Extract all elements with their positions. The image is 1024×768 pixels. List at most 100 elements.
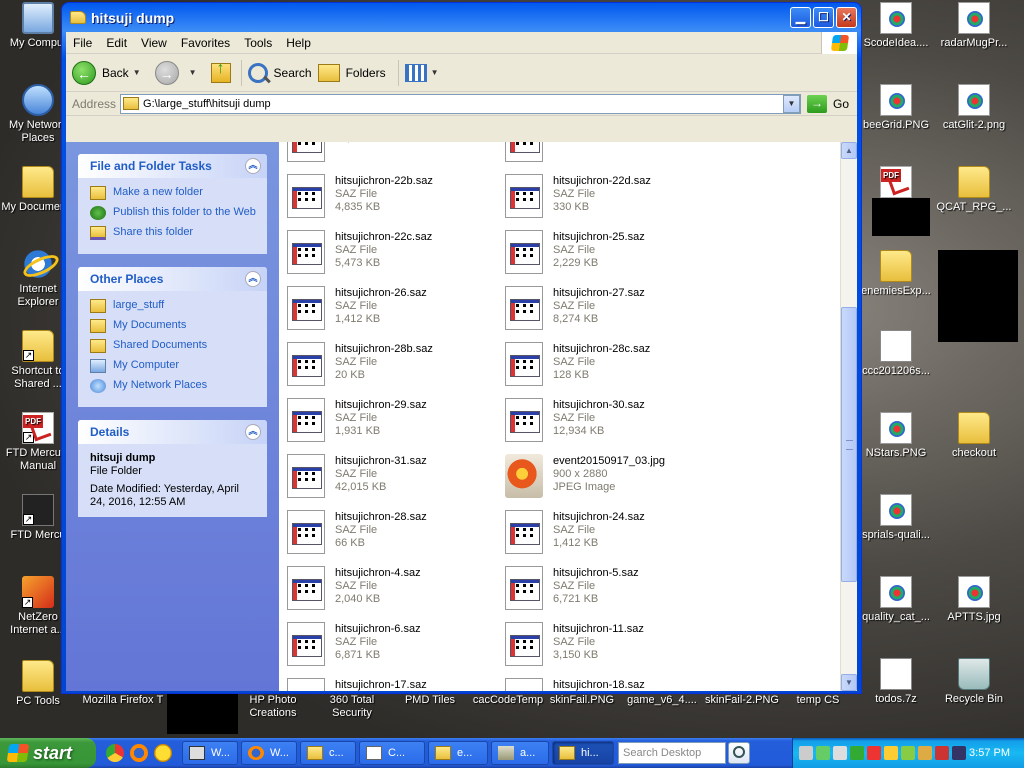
taskbar-task-2[interactable]: W... xyxy=(241,741,297,765)
taskbar-task-5[interactable]: e... xyxy=(428,741,488,765)
file-item[interactable]: hitsujichron-28.saz SAZ File 66 KB xyxy=(287,510,497,566)
desktop-icon-catglit[interactable]: catGlit-2.png xyxy=(936,84,1012,132)
place-my-computer[interactable]: My Computer xyxy=(90,359,257,373)
desktop-icon-game-v6[interactable]: game_v6_4.... xyxy=(624,694,700,707)
address-dropdown-button[interactable]: ▼ xyxy=(782,94,800,113)
menu-file[interactable]: File xyxy=(66,36,99,50)
file-item[interactable]: hitsujichron-26.saz SAZ File 1,412 KB xyxy=(287,286,497,342)
file-item[interactable]: hitsujichron-22b.saz SAZ File 4,835 KB xyxy=(287,174,497,230)
place-my-network-places[interactable]: My Network Places xyxy=(90,379,257,393)
place-shared-documents[interactable]: Shared Documents xyxy=(90,339,257,353)
views-dropdown-icon[interactable]: ▼ xyxy=(431,68,439,77)
file-item[interactable]: hitsujichron-6.saz SAZ File 6,871 KB xyxy=(287,622,497,678)
file-item[interactable]: SAZ File303 KB xyxy=(505,142,715,174)
desktop-icon-hp-photo[interactable]: HP Photo Creations xyxy=(236,694,310,720)
taskbar-task-1[interactable]: W... xyxy=(182,741,238,765)
desktop-icon-firefox[interactable]: Mozilla Firefox xyxy=(78,694,158,707)
tray-icon[interactable] xyxy=(952,746,966,760)
file-item[interactable]: hitsujichron-25.saz SAZ File 2,229 KB xyxy=(505,230,715,286)
emoticon-icon[interactable] xyxy=(154,744,172,762)
file-item[interactable]: hitsujichron-18.sazSAZ File xyxy=(505,678,715,691)
file-item[interactable]: hitsujichron-30.saz SAZ File 12,934 KB xyxy=(505,398,715,454)
desktop-icon-sprials-quality[interactable]: sprials-quali... xyxy=(858,494,934,542)
back-dropdown-icon[interactable]: ▼ xyxy=(133,68,141,77)
desktop-icon-pmd-tiles[interactable]: PMD Tiles xyxy=(392,694,468,707)
folders-button[interactable]: Folders xyxy=(317,63,386,82)
maximize-button[interactable]: ☐ xyxy=(813,7,834,28)
make-new-folder-link[interactable]: Make a new folder xyxy=(90,186,257,200)
file-item[interactable]: hitsujichron-27.saz SAZ File 8,274 KB xyxy=(505,286,715,342)
desktop-icon-checkout[interactable]: checkout xyxy=(936,412,1012,460)
desktop-icon-ccc201206s[interactable]: ccc201206s... xyxy=(858,330,934,378)
tray-icon[interactable] xyxy=(867,746,881,760)
desktop-icon-enemiesexp[interactable]: enemiesExp... xyxy=(858,250,934,298)
collapse-chevron-icon[interactable]: ︽ xyxy=(245,271,261,287)
taskbar-task-7-active[interactable]: hi... xyxy=(552,741,614,765)
file-item[interactable]: hitsujichron-31.saz SAZ File 42,015 KB xyxy=(287,454,497,510)
close-button[interactable]: ✕ xyxy=(836,7,857,28)
address-input[interactable]: G:\large_stuff\hitsuji dump ▼ xyxy=(120,93,801,114)
go-button[interactable]: → Go xyxy=(806,94,849,113)
menu-favorites[interactable]: Favorites xyxy=(174,36,237,50)
menu-help[interactable]: Help xyxy=(279,36,318,50)
desktop-icon-pdf-file[interactable] xyxy=(858,166,934,201)
file-item[interactable]: hitsujichron-11.saz SAZ File 3,150 KB xyxy=(505,622,715,678)
file-item[interactable]: hitsujichron-28c.saz SAZ File 128 KB xyxy=(505,342,715,398)
desktop-search-button[interactable] xyxy=(728,742,750,764)
place-large-stuff[interactable]: large_stuff xyxy=(90,299,257,313)
tray-icon[interactable] xyxy=(935,746,949,760)
menu-edit[interactable]: Edit xyxy=(99,36,134,50)
menu-tools[interactable]: Tools xyxy=(237,36,279,50)
file-item[interactable]: event20150917_03.jpg 900 x 2880 JPEG Image xyxy=(505,454,715,510)
desktop-icon-skinfail-2[interactable]: skinFail-2.PNG xyxy=(702,694,782,707)
taskbar-task-4[interactable]: C... xyxy=(359,741,425,765)
desktop-icon-recycle-bin[interactable]: Recycle Bin xyxy=(936,658,1012,706)
desktop-icon-quality-cat[interactable]: quality_cat_... xyxy=(858,576,934,624)
tray-icon[interactable] xyxy=(884,746,898,760)
desktop-icon-scodeidea[interactable]: ScodeIdea.... xyxy=(858,2,934,50)
file-item[interactable]: hitsujichron-24.saz SAZ File 1,412 KB xyxy=(505,510,715,566)
chrome-icon[interactable] xyxy=(106,744,124,762)
panel-header[interactable]: Other Places ︽ xyxy=(78,267,267,291)
place-my-documents[interactable]: My Documents xyxy=(90,319,257,333)
file-item[interactable]: hitsujichron-5.saz SAZ File 6,721 KB xyxy=(505,566,715,622)
desktop-icon-skinfail[interactable]: skinFail.PNG xyxy=(544,694,620,707)
forward-button[interactable]: → ▼ xyxy=(151,60,201,85)
collapse-chevron-icon[interactable]: ︽ xyxy=(245,158,261,174)
views-button[interactable]: ▼ xyxy=(404,63,443,82)
desktop-icon-beegrid[interactable]: beeGrid.PNG xyxy=(858,84,934,132)
desktop-icon-radarmug[interactable]: radarMugPr... xyxy=(936,2,1012,50)
tray-icon[interactable] xyxy=(816,746,830,760)
desktop-search-input[interactable]: Search Desktop xyxy=(618,742,726,764)
desktop-icon-aptts[interactable]: APTTS.jpg xyxy=(936,576,1012,624)
panel-header[interactable]: Details ︽ xyxy=(78,420,267,444)
minimize-button[interactable]: ▁ xyxy=(790,7,811,28)
scroll-thumb[interactable] xyxy=(841,307,857,582)
publish-folder-link[interactable]: Publish this folder to the Web xyxy=(90,206,257,220)
tray-icon[interactable] xyxy=(833,746,847,760)
panel-header[interactable]: File and Folder Tasks ︽ xyxy=(78,154,267,178)
firefox-icon[interactable] xyxy=(130,744,148,762)
scroll-up-button[interactable]: ▲ xyxy=(841,142,857,159)
vertical-scrollbar[interactable]: ▲ ▼ xyxy=(840,142,857,691)
desktop-icon-temp-cs[interactable]: temp CS xyxy=(780,694,856,707)
search-button[interactable]: Search xyxy=(247,62,312,83)
desktop-icon-360-security[interactable]: 360 Total Security xyxy=(314,694,390,720)
scroll-down-button[interactable]: ▼ xyxy=(841,674,857,691)
title-bar[interactable]: hitsuji dump ▁ ☐ ✕ xyxy=(66,3,857,32)
tray-icon[interactable] xyxy=(901,746,915,760)
up-folder-icon[interactable] xyxy=(210,60,231,83)
file-item[interactable]: hitsujichron-29.saz SAZ File 1,931 KB xyxy=(287,398,497,454)
desktop-icon-nstars[interactable]: NStars.PNG xyxy=(858,412,934,460)
back-button[interactable]: ← Back ▼ xyxy=(72,60,145,85)
desktop-icon-caccodetemp[interactable]: cacCodeTemp xyxy=(470,694,546,707)
file-item[interactable]: hitsujichron-17.sazSAZ File xyxy=(287,678,497,691)
menu-view[interactable]: View xyxy=(134,36,174,50)
desktop-icon-todos[interactable]: todos.7z xyxy=(858,658,934,706)
file-item[interactable]: hitsujichron-22d.saz SAZ File 330 KB xyxy=(505,174,715,230)
file-item[interactable]: hitsujichron-22c.saz SAZ File 5,473 KB xyxy=(287,230,497,286)
file-item[interactable]: hitsujichron-28b.saz SAZ File 20 KB xyxy=(287,342,497,398)
start-button[interactable]: start xyxy=(0,738,96,768)
desktop-icon-qcat-rpg[interactable]: QCAT_RPG_... xyxy=(936,166,1012,214)
file-item[interactable]: hitsujichron-4.saz SAZ File 2,040 KB xyxy=(287,566,497,622)
